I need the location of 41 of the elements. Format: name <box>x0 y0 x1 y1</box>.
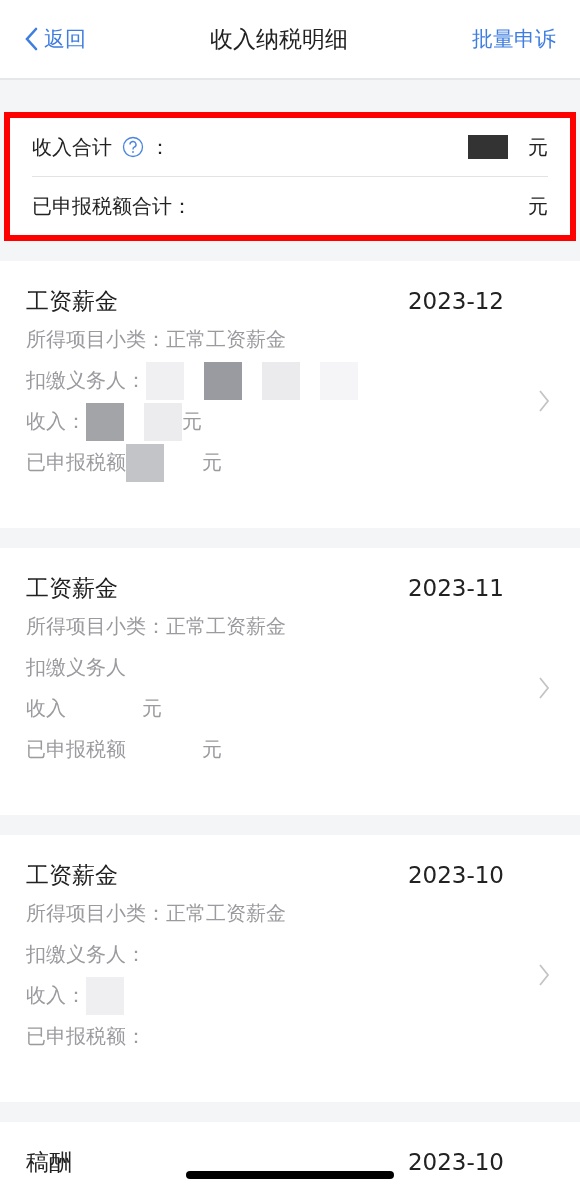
back-icon <box>24 27 38 51</box>
income-type: 工资薪金 <box>26 286 118 316</box>
period-date: 2023-12 <box>407 288 504 314</box>
field-label: 收入： <box>26 983 86 1009</box>
currency-unit: 元 <box>528 133 548 161</box>
currency-unit: 元 <box>528 192 548 220</box>
field-label: 已申报税额 <box>26 737 126 763</box>
field-label: 所得项目小类： <box>26 327 166 353</box>
record-card[interactable]: 稿酬 2023-10 <box>0 1122 580 1190</box>
record-card[interactable]: 工资薪金 2023-12 所得项目小类：正常工资薪金 扣缴义务人： 收入： 元 已申报税额 元 <box>0 261 580 528</box>
field-value: 正常工资薪金 <box>166 327 286 353</box>
field-label: 已申报税额： <box>26 1024 146 1050</box>
period-date: 2023-10 <box>407 862 504 888</box>
batch-appeal-button[interactable]: 批量申诉 <box>472 25 556 53</box>
help-icon[interactable] <box>122 136 144 158</box>
income-type: 工资薪金 <box>26 573 118 603</box>
income-type: 工资薪金 <box>26 860 118 890</box>
summary-label: 收入合计 <box>32 133 112 161</box>
field-label: 扣缴义务人 <box>26 655 126 681</box>
back-button[interactable]: 返回 <box>24 25 86 53</box>
currency-unit: 元 <box>142 696 162 722</box>
currency-unit: 元 <box>202 737 222 763</box>
colon: ： <box>150 133 170 161</box>
currency-unit: 元 <box>202 450 222 476</box>
currency-unit: 元 <box>182 409 202 435</box>
field-label: 扣缴义务人： <box>26 942 146 968</box>
field-label: 所得项目小类： <box>26 901 166 927</box>
field-value: 正常工资薪金 <box>166 614 286 640</box>
period-date: 2023-11 <box>407 575 504 601</box>
income-type: 稿酬 <box>26 1147 72 1177</box>
field-label: 扣缴义务人： <box>26 368 146 394</box>
field-label: 所得项目小类： <box>26 614 166 640</box>
period-date: 2023-10 <box>407 1149 504 1175</box>
field-label: 收入： <box>26 409 86 435</box>
page-title: 收入纳税明细 <box>210 24 348 54</box>
record-card[interactable]: 工资薪金 2023-10 所得项目小类：正常工资薪金 扣缴义务人： 收入： 已申报税额： <box>0 835 580 1102</box>
field-label: 收入 <box>26 696 66 722</box>
field-value: 正常工资薪金 <box>166 901 286 927</box>
field-label: 已申报税额 <box>26 450 126 476</box>
summary-label: 已申报税额合计： <box>32 192 192 220</box>
record-card[interactable]: 工资薪金 2023-11 所得项目小类：正常工资薪金 扣缴义务人 收入 元 已申报税额 元 <box>0 548 580 815</box>
